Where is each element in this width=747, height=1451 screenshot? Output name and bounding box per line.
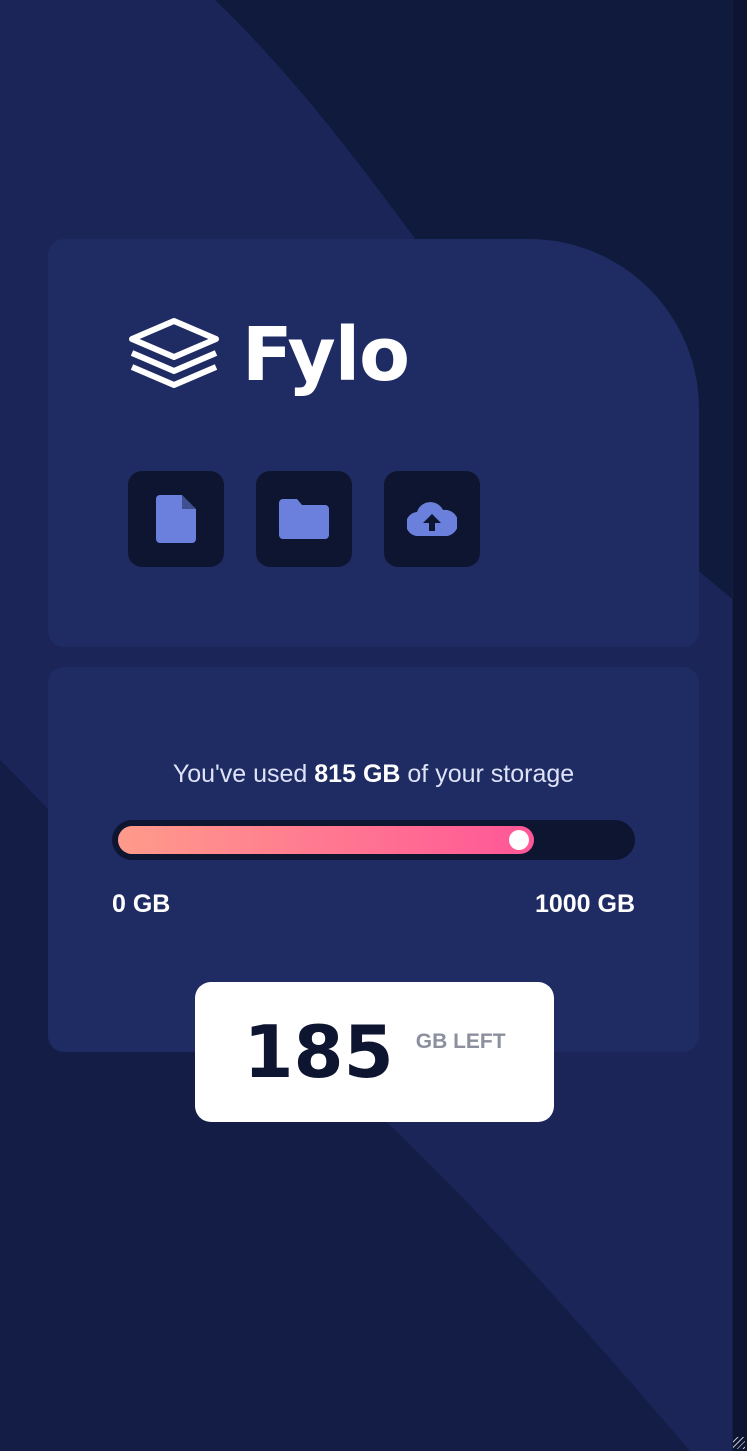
scale-max-label: 1000 GB — [534, 890, 635, 918]
folder-icon — [279, 499, 329, 539]
remaining-badge: 185 GB LEFT — [195, 982, 554, 1122]
folder-button[interactable] — [256, 471, 352, 567]
progress-knob — [509, 830, 529, 850]
document-icon — [156, 495, 196, 543]
remaining-unit: GB LEFT — [415, 1030, 506, 1053]
upload-button[interactable] — [384, 471, 480, 567]
storage-progress-bar — [112, 820, 635, 860]
remaining-value: 185 — [243, 1010, 394, 1094]
scrollbar-track[interactable] — [732, 0, 747, 1451]
stacked-layers-icon — [129, 318, 219, 388]
progress-fill — [118, 826, 534, 854]
action-bar — [128, 471, 480, 567]
resize-grip-icon[interactable] — [733, 1437, 745, 1449]
upload-cloud-icon — [407, 502, 457, 536]
brand-card: Fylo — [48, 239, 699, 647]
document-button[interactable] — [128, 471, 224, 567]
brand-name: Fylo — [242, 312, 410, 398]
used-amount: 815 GB — [314, 760, 401, 788]
logo: Fylo — [128, 312, 410, 398]
scale-min-label: 0 GB — [112, 890, 171, 918]
usage-summary: You've used 815 GB of your storage — [172, 760, 575, 788]
